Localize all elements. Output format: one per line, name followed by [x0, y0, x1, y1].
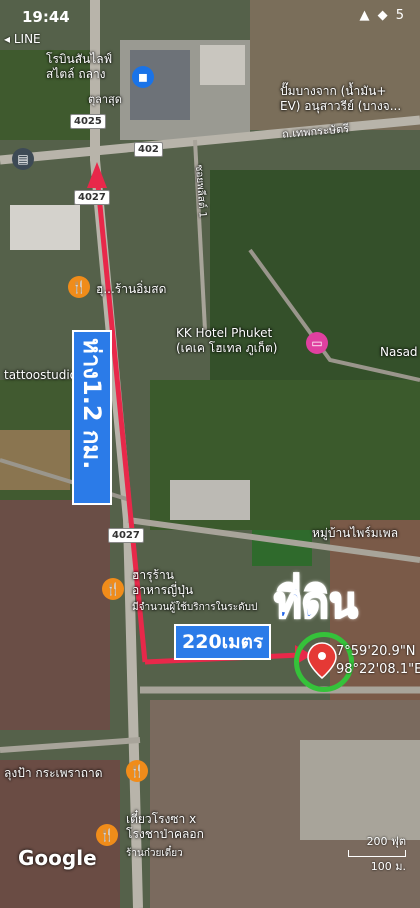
- japanese-restaurant-sub: มีจำนวนผู้ใช้บริการในระดับป: [132, 602, 258, 613]
- distance-short-badge: 220เมตร: [174, 624, 272, 660]
- back-to-line-button[interactable]: ◂ LINE: [4, 32, 41, 46]
- land-title: ที่ดิน: [273, 577, 359, 628]
- distance-long-badge: ห่าง1.2 กม.: [72, 330, 112, 505]
- noodle-shop-sub: ร้านก๋วยเตี๋ยว: [126, 848, 183, 859]
- road-shield-4027: 4027: [74, 190, 110, 205]
- status-bar: 19:44 ▲ ◆ 5: [0, 0, 420, 32]
- scale-m: 100 ม.: [370, 860, 406, 873]
- lung-pa-label[interactable]: ลุงป้า กระเพราถาด: [4, 766, 103, 781]
- japanese-restaurant-label[interactable]: ฮารุร้าน อาหารญี่ปุ่น: [132, 568, 193, 598]
- shopping-bag-icon[interactable]: ◼: [132, 66, 154, 88]
- restaurant-icon[interactable]: 🍴: [126, 760, 148, 782]
- noodle-shop-label[interactable]: เตี๋ยวโรงซา x โรงชาป่าคลอก: [126, 812, 204, 842]
- coordinates-label: 7°59'20.9"N 98°22'08.1"E: [336, 643, 420, 679]
- hotel-label[interactable]: KK Hotel Phuket (เคเค โฮเทล ภูเก็ต): [176, 326, 277, 356]
- google-logo: Google: [18, 846, 97, 870]
- road-shield-4025: 4025: [70, 114, 106, 129]
- village-label[interactable]: หมู่บ้านไพร์มเพล: [312, 526, 398, 541]
- mall-label[interactable]: โรบินสันไลฟ์ สไตล์ ถลาง: [46, 52, 112, 82]
- bus-icon[interactable]: ▤: [12, 148, 34, 170]
- status-time: 19:44: [22, 8, 70, 26]
- mall-sub-label: ตุลาสุด: [88, 93, 122, 106]
- scale-line: [348, 850, 406, 857]
- road-shield-4027: 4027: [108, 528, 144, 543]
- nasad-label: Nasad 1: [380, 345, 420, 359]
- hotel-icon[interactable]: ▭: [306, 332, 328, 354]
- fuel-station-label[interactable]: ปั๊มบางจาก (น้ำมัน+ EV) อนุสาวรีย์ (บางจ…: [280, 84, 401, 114]
- latitude: 7°59'20.9"N: [336, 644, 416, 659]
- restaurant-icon[interactable]: 🍴: [102, 578, 124, 600]
- longitude: 98°22'08.1"E: [336, 662, 420, 677]
- road-shield-402: 402: [134, 142, 163, 157]
- status-icons: ▲ ◆ 5: [359, 8, 406, 23]
- restaurant-icon[interactable]: 🍴: [68, 276, 90, 298]
- restaurant-label[interactable]: ฮุ...ร้านอิ่มสด: [96, 282, 166, 297]
- restaurant-icon[interactable]: 🍴: [96, 824, 118, 846]
- scale-bar: 200 ฟุต 100 ม.: [348, 832, 406, 875]
- scale-ft: 200 ฟุต: [366, 835, 406, 848]
